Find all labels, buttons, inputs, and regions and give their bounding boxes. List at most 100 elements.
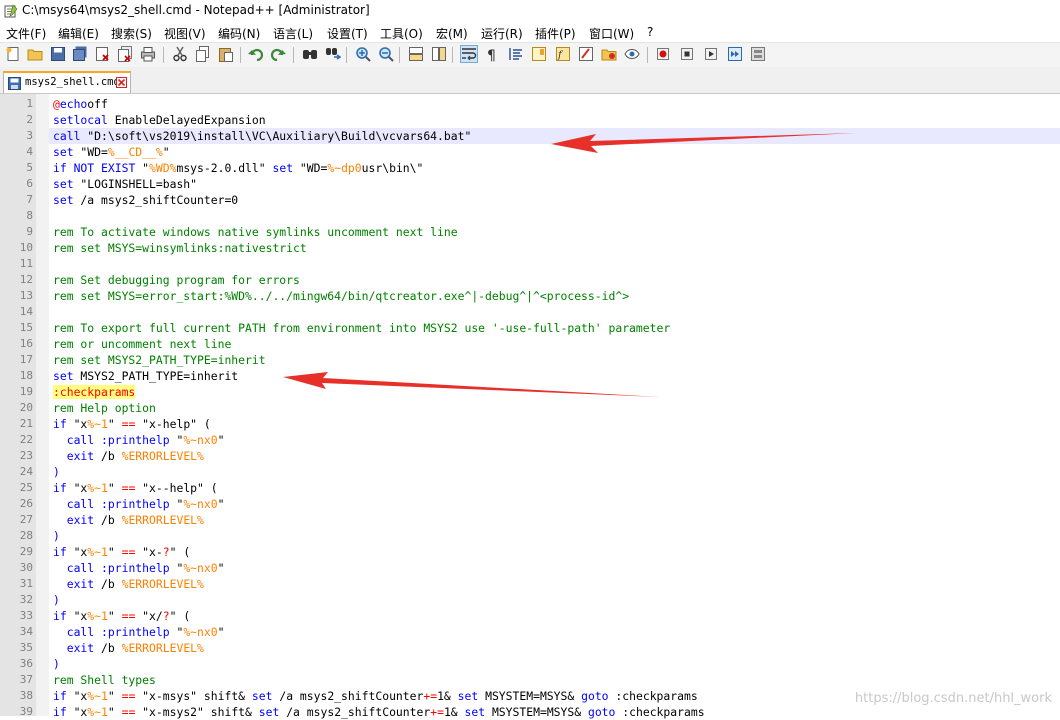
new-file-icon[interactable] xyxy=(5,46,21,62)
code-line[interactable]: 3 call "D:\soft\vs2019\install\VC\Auxilia… xyxy=(26,128,1060,144)
code-line[interactable]: 22 call :printhelp "%~nx0" xyxy=(20,432,1060,448)
monitor-icon[interactable] xyxy=(601,46,617,62)
code-line[interactable]: 25 if "x%~1" == "x--help" ( xyxy=(20,480,1060,496)
code-line[interactable]: 20 rem Help option xyxy=(20,400,1060,416)
code-line[interactable]: 19:checkparams xyxy=(20,384,1060,400)
code-line[interactable]: 26 call :printhelp "%~nx0" xyxy=(20,496,1060,512)
code-line[interactable]: 15 rem To export full current PATH from e… xyxy=(20,320,1060,336)
sync-vertical-icon[interactable] xyxy=(408,46,424,62)
code-line[interactable]: 36) xyxy=(20,656,1060,672)
code-line[interactable]: 23 exit /b %ERRORLEVEL% xyxy=(20,448,1060,464)
code-token: set xyxy=(258,705,280,719)
cut-icon[interactable] xyxy=(172,46,188,62)
code-line[interactable]: 31 exit /b %ERRORLEVEL% xyxy=(20,576,1060,592)
code-line[interactable]: 8 xyxy=(26,208,1060,224)
code-line[interactable]: 37 rem Shell types xyxy=(20,672,1060,688)
paste-icon[interactable] xyxy=(218,46,234,62)
code-token: %ERRORLEVEL% xyxy=(121,577,204,591)
print-icon[interactable] xyxy=(140,46,156,62)
code-area[interactable]: 1 @echooff 2 setlocal EnableDelayedExpansio… xyxy=(20,94,1060,719)
menu-item[interactable]: 文件(F) xyxy=(6,25,46,42)
code-line[interactable]: 32) xyxy=(20,592,1060,608)
code-line[interactable]: 11 xyxy=(20,256,1060,272)
redo-icon[interactable] xyxy=(270,46,286,62)
menu-item[interactable]: 搜索(S) xyxy=(111,25,152,42)
replace-icon[interactable] xyxy=(325,46,341,62)
menu-item[interactable]: 编辑(E) xyxy=(58,25,99,42)
code-token: %~1 xyxy=(87,705,108,719)
editor[interactable]: 1 @echooff 2 setlocal EnableDelayedExpansio… xyxy=(0,94,1060,719)
menu-item[interactable]: 窗口(W) xyxy=(589,25,634,42)
code-line[interactable]: 2 setlocal EnableDelayedExpansion xyxy=(26,112,1060,128)
code-line[interactable]: 30 call :printhelp "%~nx0" xyxy=(20,560,1060,576)
code-token: " xyxy=(107,705,122,719)
sync-horizontal-icon[interactable] xyxy=(431,46,447,62)
menu-item[interactable]: 编码(N) xyxy=(218,25,260,42)
menu-item[interactable]: 语言(L) xyxy=(273,25,313,42)
menu-item[interactable]: 运行(R) xyxy=(481,25,523,42)
code-line[interactable]: 28) xyxy=(20,528,1060,544)
word-wrap-icon[interactable] xyxy=(460,45,478,63)
toolbar-separator xyxy=(293,47,294,63)
stop-record-icon[interactable] xyxy=(655,46,671,62)
code-token: off xyxy=(87,97,108,111)
extra-icon[interactable] xyxy=(750,46,766,62)
play-macro-icon[interactable] xyxy=(679,46,695,62)
code-line[interactable]: 14 xyxy=(20,304,1060,320)
code-line[interactable]: 5 if NOT EXIST "%WD%msys-2.0.dll" set "WD… xyxy=(26,160,1060,176)
code-line[interactable]: 29 if "x%~1" == "x-?" ( xyxy=(20,544,1060,560)
folder-as-workspace-icon[interactable] xyxy=(578,46,594,62)
code-token: %~1 xyxy=(87,481,108,495)
function-list-icon[interactable]: f xyxy=(555,46,571,62)
menu-item[interactable]: 工具(O) xyxy=(380,25,423,42)
code-token: exit xyxy=(66,513,95,527)
save-macro-icon[interactable] xyxy=(727,46,743,62)
close-tab-icon[interactable] xyxy=(116,77,127,88)
find-icon[interactable] xyxy=(302,46,318,62)
menu-item[interactable]: 设置(T) xyxy=(327,25,368,42)
indent-guide-icon[interactable] xyxy=(508,46,524,62)
code-line[interactable]: 12 rem Set debugging program for errors xyxy=(20,272,1060,288)
close-all-icon[interactable] xyxy=(117,46,133,62)
code-line[interactable]: 27 exit /b %ERRORLEVEL% xyxy=(20,512,1060,528)
save-all-icon[interactable] xyxy=(72,46,88,62)
undo-icon[interactable] xyxy=(248,46,264,62)
run-macro-multiple-icon[interactable] xyxy=(703,46,719,62)
show-all-chars-icon[interactable]: ¶ xyxy=(484,46,500,62)
tab-msys2-shell[interactable]: msys2_shell.cmd xyxy=(3,71,131,93)
code-line[interactable]: 1 @echooff xyxy=(26,96,1060,112)
copy-icon[interactable] xyxy=(195,46,211,62)
code-line[interactable]: 16 rem or uncomment next line xyxy=(20,336,1060,352)
open-file-icon[interactable] xyxy=(27,46,43,62)
code-line[interactable]: 9 rem To activate windows native symlinks… xyxy=(26,224,1060,240)
code-line[interactable]: 24) xyxy=(20,464,1060,480)
code-line[interactable]: 13 rem set MSYS=error_start:%WD%../../min… xyxy=(20,288,1060,304)
zoom-out-icon[interactable] xyxy=(378,46,394,62)
code-line[interactable]: 7 set /a msys2_shiftCounter=0 xyxy=(26,192,1060,208)
line-text: if NOT EXIST "%WD%msys-2.0.dll" set "WD=… xyxy=(53,160,423,176)
code-line[interactable]: 33 if "x%~1" == "x/?" ( xyxy=(20,608,1060,624)
code-line[interactable]: 34 call :printhelp "%~nx0" xyxy=(20,624,1060,640)
code-line[interactable]: 18 set MSYS2_PATH_TYPE=inherit xyxy=(20,368,1060,384)
close-icon[interactable] xyxy=(94,46,110,62)
code-line[interactable]: 17 rem set MSYS2_PATH_TYPE=inherit xyxy=(20,352,1060,368)
code-line[interactable]: 39 if "x%~1" == "x-msys2" shift& set /a m… xyxy=(20,704,1060,720)
code-line[interactable]: 4 set "WD=%__CD__%" xyxy=(26,144,1060,160)
save-icon[interactable] xyxy=(50,46,66,62)
code-line[interactable]: 6 set "LOGINSHELL=bash" xyxy=(26,176,1060,192)
line-text: set /a msys2_shiftCounter=0 xyxy=(53,192,238,208)
code-line[interactable]: 35 exit /b %ERRORLEVEL% xyxy=(20,640,1060,656)
doc-map-icon[interactable] xyxy=(531,46,547,62)
toolbar-separator xyxy=(399,47,400,63)
menu-item[interactable]: ? xyxy=(647,25,653,39)
code-token: " xyxy=(107,481,122,495)
menu-item[interactable]: 宏(M) xyxy=(436,25,468,42)
menu-item[interactable]: 视图(V) xyxy=(164,25,206,42)
code-token: /b xyxy=(94,513,122,527)
menu-item[interactable]: 插件(P) xyxy=(535,25,576,42)
record-macro-icon[interactable] xyxy=(624,46,640,62)
code-line[interactable]: 10 rem set MSYS=winsymlinks:nativestrict xyxy=(20,240,1060,256)
zoom-in-icon[interactable] xyxy=(355,46,371,62)
code-line[interactable]: 21 if "x%~1" == "x-help" ( xyxy=(20,416,1060,432)
